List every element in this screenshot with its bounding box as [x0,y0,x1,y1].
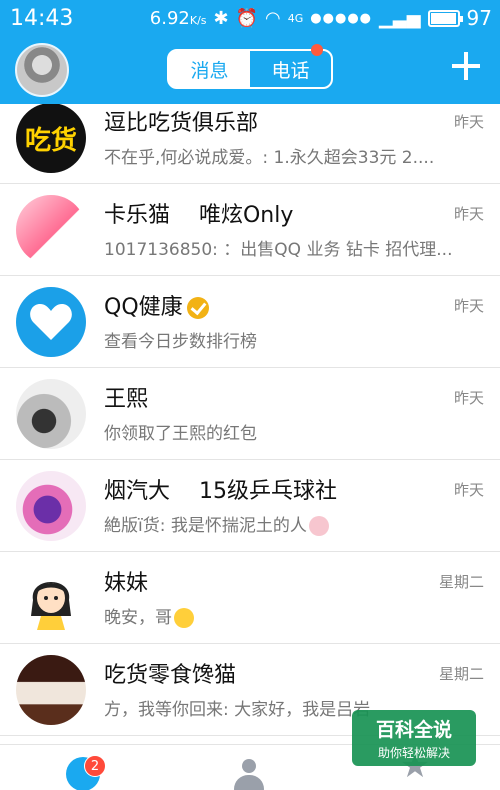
conversation-preview-text: 晚安，哥 [104,608,172,628]
signal-bars-icon: ▁▃▅ [379,7,421,29]
conversation-time: 昨天 [453,481,484,499]
conversation-name: 妹妹 [104,571,149,596]
conversation-time: 昨天 [453,297,484,315]
conversation-preview: 絶版ï货: 我是怀揣泥土的人 [104,511,464,536]
status-time: 14:43 [10,5,74,31]
conversation-list[interactable]: 吃货 逗比吃货俱乐部 不在乎,何必说成爱。: 1.永久超会33元 2.... 昨… [0,104,500,744]
title-bar: 消息 电话 [0,36,500,104]
battery-level: 97 [466,6,492,30]
watermark-badge: 百科全说 助你轻松解决 [352,710,476,766]
avatar-text: 吃货 [24,125,77,156]
conversation-name: 王熙 [104,387,149,412]
conversation-avatar: 吃货 [16,104,86,173]
conversation-row[interactable]: QQ健康 查看今日步数排行榜 昨天 [0,277,500,368]
kiss-emoji-icon [174,608,194,628]
conversation-row[interactable]: 妹妹 晚安，哥 星期二 [0,553,500,644]
conversation-preview: 你领取了王熙的红包 [104,424,257,444]
conversation-time: 昨天 [453,389,484,407]
tab-calls[interactable]: 电话 [250,44,331,87]
watermark-subtitle: 助你轻松解决 [377,746,450,760]
conversation-avatar [16,563,86,633]
watermark-title: 百科全说 [375,719,452,741]
heart-icon [30,304,72,340]
conversation-row[interactable]: 卡乐猫 唯炫Only 1017136850: ：出售QQ 业务 钻卡 招代理..… [0,185,500,276]
conversation-row[interactable]: 烟汽大 15级乒乓球社 絶版ï货: 我是怀揣泥土的人 昨天 [0,461,500,552]
conversation-name: 吃货零食馋猫 [104,663,237,688]
conversation-name: QQ健康 [104,289,209,321]
calls-new-dot [311,44,323,56]
tab-calls-label: 电话 [271,59,310,82]
conversation-preview: 不在乎,何必说成爱。: 1.永久超会33元 2.... [104,148,435,168]
net-speed-value: 6.92 [149,7,190,29]
net-speed: 6.92K/s [150,8,207,29]
bluetooth-icon: ✱ [213,7,229,29]
conversation-preview: 晚安，哥 [104,603,464,628]
person-icon [234,757,264,790]
status-indicators: 6.92K/s ✱ ⏰ ◠ 4G ●●●●● ▁▃▅ 97 [150,6,492,30]
conversation-time: 昨天 [453,205,484,223]
conversation-preview: 查看今日步数排行榜 [104,332,257,352]
conversation-preview-text: 絶版ï货: 我是怀揣泥土的人 [104,516,307,536]
conversation-preview: 1017136850: ：出售QQ 业务 钻卡 招代理... [104,240,453,260]
conversation-time: 星期二 [438,573,484,591]
signal-dots-icon: ●●●●● [310,10,373,26]
conversation-name: 卡乐猫 唯炫Only [104,203,294,228]
conversation-avatar [16,287,86,357]
tab-messages[interactable]: 消息 [169,51,250,87]
battery-icon [427,9,463,27]
conversation-avatar [16,195,86,265]
conversation-time: 星期二 [438,665,484,683]
conversation-name-text: QQ健康 [104,295,183,320]
conversation-avatar [16,655,86,725]
tab-contacts[interactable] [166,745,332,790]
conversation-row[interactable]: 吃货 逗比吃货俱乐部 不在乎,何必说成爱。: 1.永久超会33元 2.... 昨… [0,104,500,184]
conversation-avatar [16,471,86,541]
wifi-icon: ◠ [265,7,281,29]
unread-badge: 2 [84,755,106,777]
verified-icon [186,297,209,319]
plus-icon[interactable] [450,50,482,82]
my-avatar[interactable] [15,43,69,97]
segmented-control: 消息 电话 [167,44,333,89]
conversation-avatar [16,379,86,449]
alarm-icon: ⏰ [235,7,259,29]
cartoon-girl-icon [31,582,71,630]
conversation-name: 逗比吃货俱乐部 [104,111,259,136]
net-speed-unit: K/s [189,13,207,27]
conversation-time: 昨天 [453,113,484,131]
status-bar: 14:43 6.92K/s ✱ ⏰ ◠ 4G ●●●●● ▁▃▅ 97 [0,0,500,36]
pig-emoji-icon [308,516,329,536]
tab-messages-bottom[interactable]: 2 [0,745,166,790]
conversation-name: 烟汽大 15级乒乓球社 [104,479,337,504]
network-type: 4G [287,11,304,25]
conversation-row[interactable]: 王熙 你领取了王熙的红包 昨天 [0,369,500,460]
